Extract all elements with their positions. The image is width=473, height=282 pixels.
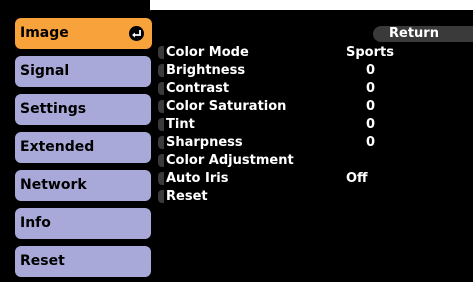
tab-label: Settings: [20, 101, 87, 117]
setting-label: Brightness: [166, 63, 246, 78]
setting-label: Auto Iris: [166, 171, 229, 186]
setting-sharpness[interactable]: Sharpness 0: [158, 134, 473, 151]
return-button[interactable]: Return: [373, 26, 473, 42]
setting-label: Tint: [166, 117, 195, 132]
row-marker: [158, 190, 164, 203]
tab-network[interactable]: Network: [15, 170, 151, 201]
row-marker: [158, 46, 164, 59]
setting-value: Sports: [346, 45, 394, 60]
row-marker: [158, 118, 164, 131]
setting-value: 0: [366, 135, 376, 150]
setting-value: Off: [346, 171, 368, 186]
setting-brightness[interactable]: Brightness 0: [158, 62, 473, 79]
tab-label: Image: [20, 25, 69, 41]
setting-label: Color Mode: [166, 45, 249, 60]
setting-contrast[interactable]: Contrast 0: [158, 80, 473, 97]
setting-label: Color Saturation: [166, 99, 287, 114]
row-marker: [158, 172, 164, 185]
tab-label: Info: [20, 215, 51, 231]
row-marker: [158, 154, 164, 167]
setting-reset[interactable]: Reset: [158, 188, 473, 205]
tab-signal[interactable]: Signal: [15, 56, 151, 87]
tab-label: Extended: [20, 139, 95, 155]
tab-info[interactable]: Info: [15, 208, 151, 239]
tab-label: Network: [20, 177, 87, 193]
tab-reset[interactable]: Reset: [15, 246, 151, 277]
setting-color-saturation[interactable]: Color Saturation 0: [158, 98, 473, 115]
setting-value: 0: [366, 99, 376, 114]
setting-label: Sharpness: [166, 135, 243, 150]
tab-extended[interactable]: Extended: [15, 132, 151, 163]
setting-label: Contrast: [166, 81, 230, 96]
tab-settings[interactable]: Settings: [15, 94, 151, 125]
setting-tint[interactable]: Tint 0: [158, 116, 473, 133]
row-marker: [158, 64, 164, 77]
enter-icon: [129, 26, 144, 41]
row-marker: [158, 100, 164, 113]
setting-value: 0: [366, 63, 376, 78]
projector-menu: Image Signal Settings Extended Network I…: [0, 0, 473, 282]
setting-value: 0: [366, 117, 376, 132]
setting-label: Color Adjustment: [166, 153, 294, 168]
tab-image[interactable]: Image: [15, 18, 152, 49]
row-marker: [158, 136, 164, 149]
row-marker: [158, 82, 164, 95]
tab-label: Signal: [20, 63, 70, 79]
setting-auto-iris[interactable]: Auto Iris Off: [158, 170, 473, 187]
setting-label: Reset: [166, 189, 208, 204]
setting-color-mode[interactable]: Color Mode Sports: [158, 44, 473, 61]
setting-color-adjustment[interactable]: Color Adjustment: [158, 152, 473, 169]
setting-value: 0: [366, 81, 376, 96]
tab-label: Reset: [20, 253, 65, 269]
